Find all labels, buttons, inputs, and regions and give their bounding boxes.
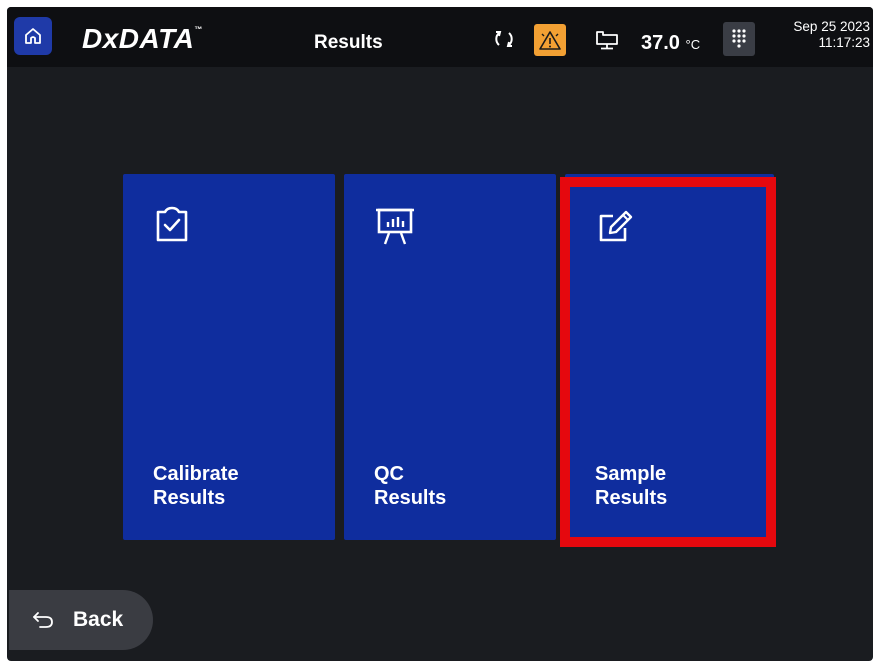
time-text: 11:17:23 (818, 35, 870, 50)
clipboard-check-icon (156, 206, 188, 242)
tile-qc-results[interactable]: QC Results (344, 174, 556, 540)
sync-icon[interactable] (493, 28, 515, 50)
tile-label: Calibrate Results (153, 463, 239, 509)
date-time: Sep 25 2023 11:17:23 (793, 19, 870, 51)
screen: DxDATA™ Results 37.0 °C Sep 25 2023 11:1… (7, 7, 873, 661)
tile-label: QC Results (374, 463, 447, 509)
date-text: Sep 25 2023 (793, 19, 870, 34)
back-arrow-icon (33, 612, 53, 628)
keypad-button[interactable] (723, 22, 755, 56)
back-label: Back (73, 608, 124, 631)
temperature-readout: 37.0 °C (641, 32, 701, 54)
tile-calibrate-results[interactable]: Calibrate Results (123, 174, 335, 540)
tile-sample-results[interactable]: Sample Results (565, 174, 774, 540)
tile-label: Sample Results (595, 463, 668, 509)
presentation-chart-icon (376, 208, 414, 245)
home-icon (25, 28, 41, 44)
device-icon (596, 31, 618, 50)
alert-button[interactable] (534, 24, 566, 56)
keypad-icon (732, 29, 746, 48)
warning-icon (539, 31, 561, 50)
back-button[interactable]: Back (9, 590, 153, 650)
edit-pen-icon (599, 210, 633, 242)
brand-logo: DxDATA™ (82, 23, 203, 54)
home-button[interactable] (14, 17, 52, 55)
page-title: Results (314, 32, 383, 53)
top-bar: DxDATA™ Results 37.0 °C Sep 25 2023 11:1… (7, 7, 873, 67)
